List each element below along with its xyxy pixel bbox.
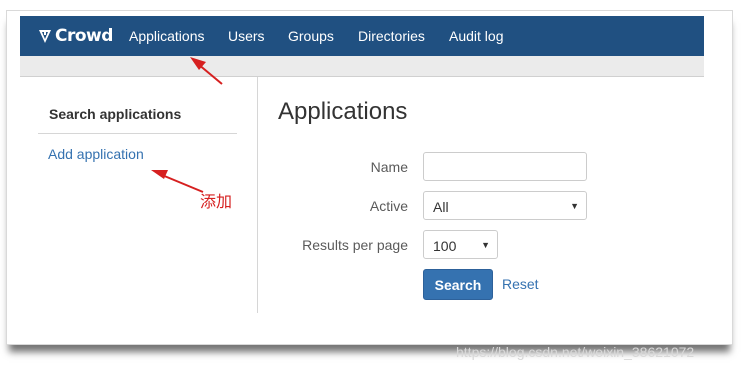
active-select-value: All [433,199,449,215]
logo-text: Crowd [55,26,113,46]
name-label: Name [370,159,408,175]
nav-users[interactable]: Users [228,28,265,44]
sidebar-divider [38,133,237,134]
nav-audit-log[interactable]: Audit log [449,28,503,44]
add-application-link[interactable]: Add application [48,146,144,162]
active-label: Active [369,198,408,214]
results-per-page-value: 100 [433,238,457,254]
sub-header-bar [20,56,704,77]
active-select[interactable]: All ▼ [423,191,587,220]
chevron-down-icon: ▼ [570,201,579,211]
watermark-text: https://blog.csdn.net/weixin_38621072 [456,344,695,360]
content-divider [257,77,258,313]
nav-directories[interactable]: Directories [358,28,425,44]
annotation-label: 添加 [200,192,233,211]
page-title: Applications [278,98,408,125]
chevron-down-icon: ▼ [481,240,490,250]
search-button[interactable]: Search [423,269,493,300]
results-per-page-select[interactable]: 100 ▼ [423,230,498,259]
reset-link[interactable]: Reset [502,276,539,292]
sidebar-heading: Search applications [49,106,182,122]
nav-applications[interactable]: Applications [129,28,205,44]
results-per-page-label: Results per page [302,237,408,253]
nav-groups[interactable]: Groups [288,28,334,44]
crowd-logo[interactable]: Crowd [37,25,113,47]
top-navbar: Crowd Applications Users Groups Director… [20,16,704,56]
crowd-logo-icon [39,30,51,43]
name-input[interactable] [423,152,587,181]
